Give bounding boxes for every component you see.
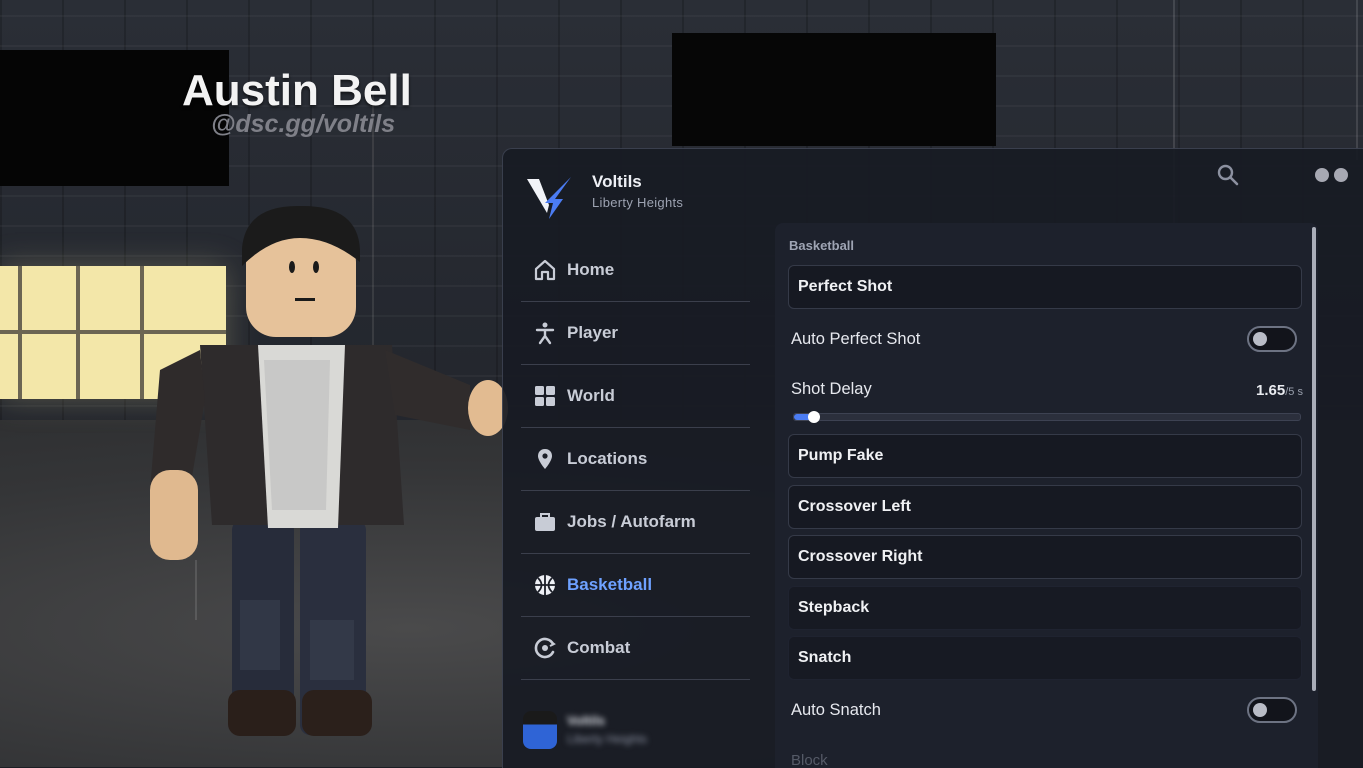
combat-icon: [534, 637, 556, 659]
avatar: [523, 711, 557, 749]
sidebar-item-label: Combat: [567, 638, 631, 657]
auto-perfect-shot-label: Auto Perfect Shot: [791, 330, 921, 348]
button-label: Crossover Right: [798, 548, 923, 565]
crossover-left-button[interactable]: Crossover Left: [788, 485, 1302, 529]
snatch-button[interactable]: Snatch: [788, 636, 1302, 680]
sidebar-item-label: Basketball: [567, 575, 653, 594]
perfect-shot-button[interactable]: Perfect Shot: [788, 265, 1302, 309]
search-icon[interactable]: [1216, 163, 1240, 187]
person-icon: [535, 322, 555, 345]
button-label: Stepback: [798, 599, 870, 616]
map-pin-icon: [538, 449, 552, 469]
pump-fake-button[interactable]: Pump Fake: [788, 434, 1302, 478]
briefcase-icon: [535, 513, 555, 531]
shot-delay-label: Shot Delay: [791, 380, 872, 398]
basketball-icon: [535, 575, 555, 595]
voltils-logo-icon: [527, 177, 571, 219]
section-title: Basketball: [789, 238, 855, 253]
window-controls: [1315, 167, 1353, 186]
sidebar-item-home[interactable]: Home: [521, 239, 750, 302]
sidebar-item-label: Jobs / Autofarm: [567, 512, 696, 531]
auto-snatch-toggle[interactable]: [1247, 697, 1297, 723]
basketball-panel: Basketball Perfect Shot Auto Perfect Sho…: [775, 223, 1318, 768]
button-label: Perfect Shot: [798, 278, 893, 295]
sidebar-item-label: Locations: [567, 449, 648, 468]
profile-name: Voltils: [567, 713, 606, 728]
crossover-right-button[interactable]: Crossover Right: [788, 535, 1302, 579]
button-label: Pump Fake: [798, 447, 884, 464]
sidebar-item-label: World: [567, 386, 615, 405]
button-label: Crossover Left: [798, 498, 911, 515]
sidebar-item-jobs-autofarm[interactable]: Jobs / Autofarm: [521, 491, 750, 554]
block-label: Block: [791, 752, 828, 768]
app-subtitle: Liberty Heights: [592, 195, 684, 210]
profile-subtitle: Liberty Heights: [567, 732, 648, 746]
auto-snatch-label: Auto Snatch: [791, 701, 881, 719]
minimize-button[interactable]: [1315, 168, 1329, 182]
home-icon: [534, 259, 556, 281]
building-dark-panel: [672, 33, 996, 146]
rain-streak: [1356, 0, 1358, 160]
sidebar-item-world[interactable]: World: [521, 365, 750, 428]
sidebar-item-label: Player: [567, 323, 619, 342]
close-button[interactable]: [1334, 168, 1348, 182]
button-label: Snatch: [798, 649, 852, 666]
shot-delay-value: 1.65/5 s: [1256, 382, 1303, 399]
sidebar-item-player[interactable]: Player: [521, 302, 750, 365]
user-profile: Voltils Liberty Heights: [521, 707, 750, 767]
auto-perfect-shot-toggle[interactable]: [1247, 326, 1297, 352]
sidebar-item-combat[interactable]: Combat: [521, 617, 750, 680]
player-character: [150, 205, 508, 736]
app-title: Voltils: [592, 172, 642, 191]
sidebar-item-locations[interactable]: Locations: [521, 428, 750, 491]
sidebar-nav: Home Player World Locations Jobs / Autof…: [521, 239, 750, 680]
sidebar-item-basketball[interactable]: Basketball: [521, 554, 750, 617]
sidebar-item-label: Home: [567, 260, 615, 279]
stepback-button[interactable]: Stepback: [788, 586, 1302, 630]
cheat-menu-window: Voltils Liberty Heights Home Player Worl…: [502, 148, 1363, 768]
slider-thumb[interactable]: [808, 411, 821, 423]
content-scrollbar[interactable]: [1312, 227, 1316, 691]
grid-icon: [535, 386, 555, 406]
shot-delay-slider[interactable]: [793, 411, 1301, 423]
